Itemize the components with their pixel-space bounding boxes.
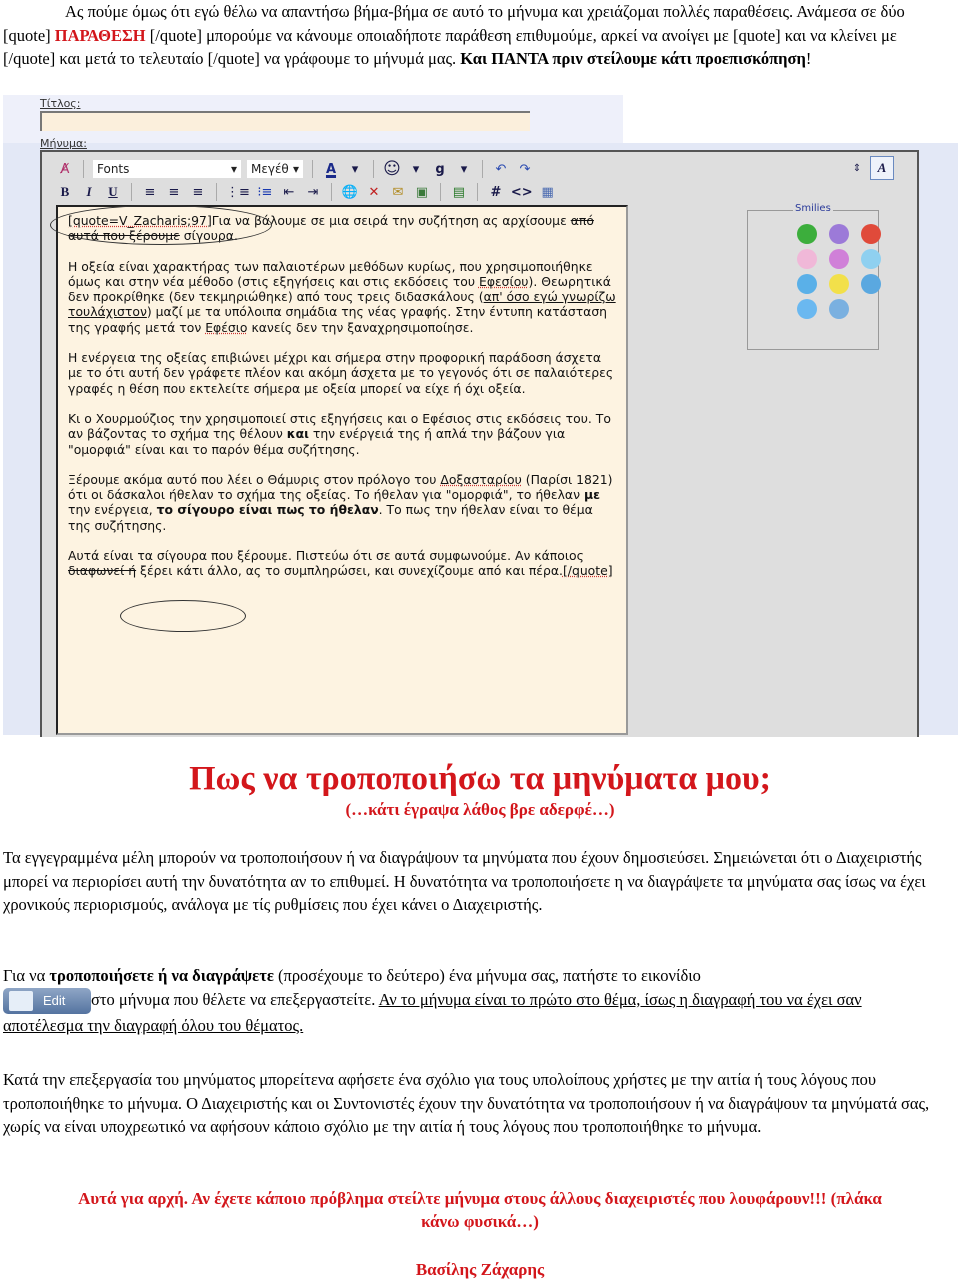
- toolbar-separator: [131, 183, 132, 201]
- message-textarea[interactable]: [quote=V_Zacharis;97]Για να βάλουμε σε μ…: [56, 205, 628, 735]
- redo-icon[interactable]: ↷: [516, 160, 534, 178]
- undo-icon[interactable]: ↶: [492, 160, 510, 178]
- toolbar-separator: [83, 160, 84, 178]
- smiley-roll-eyes-icon[interactable]: [861, 274, 881, 294]
- toolbar-separator: [216, 183, 217, 201]
- message-text: Αυτά είναι τα σίγουρα που ξέρουμε. Πιστε…: [68, 548, 584, 564]
- edit-button[interactable]: Edit: [3, 988, 91, 1014]
- toolbar-separator: [439, 183, 441, 201]
- toolbar-separator: [476, 183, 478, 201]
- message-text: Δοξασταρίου: [440, 471, 522, 487]
- closing-note: Αυτά για αρχή. Αν έχετε κάποιο πρόβλημα …: [78, 1189, 882, 1231]
- resize-arrows-icon[interactable]: ⇕: [848, 159, 866, 177]
- smiley-sad-icon[interactable]: [829, 224, 849, 244]
- toolbar-separator: [312, 160, 313, 178]
- switch-editor-mode-icon[interactable]: A: [870, 156, 894, 180]
- chevron-down-icon[interactable]: ▾: [455, 160, 473, 178]
- align-center-icon[interactable]: ≡: [165, 183, 183, 201]
- remove-format-icon[interactable]: A̸: [56, 160, 74, 178]
- paragraph-bold: τροποποιήσετε ή να διαγράψετε: [49, 966, 274, 985]
- smiley-grin-icon[interactable]: [797, 224, 817, 244]
- font-select[interactable]: Fonts ▾: [93, 160, 241, 178]
- email-icon[interactable]: ✉: [389, 183, 407, 201]
- toolbar-row-1: A̸ Fonts ▾ Μεγέθ ▾ A ▾ ☺ ▾ g ▾ ↶ ↷: [56, 158, 534, 180]
- smilies-label: Smilies: [793, 203, 833, 214]
- toolbar-separator: [373, 160, 374, 178]
- message-text: με: [583, 487, 600, 503]
- chevron-down-icon: ▾: [292, 162, 299, 176]
- signature: Βασίλης Ζάχαρης: [415, 1260, 545, 1279]
- annotation-oval-close: [120, 600, 246, 632]
- section-paragraph-3: Κατά την επεξεργασία του μηνύματος μπορε…: [3, 1070, 930, 1136]
- message-text: Εφεσίου: [478, 273, 529, 289]
- indent-icon[interactable]: ⇥: [304, 183, 322, 201]
- message-text: ξέρει κάτι άλλο, ας το συμπληρώσει, και …: [136, 563, 563, 579]
- attach-icon[interactable]: g: [431, 160, 449, 178]
- message-text: την ενέργεια,: [68, 502, 157, 518]
- chevron-down-icon[interactable]: ▾: [346, 160, 364, 178]
- unlink-icon[interactable]: ✕: [365, 183, 383, 201]
- smiley-confused-icon[interactable]: [861, 249, 881, 269]
- intro-end: !: [805, 49, 812, 68]
- smiley-happy-icon[interactable]: [829, 274, 849, 294]
- section-paragraph-1: Τα εγγεγραμμένα μέλη μπορούν να τροποποι…: [3, 848, 926, 914]
- quote-icon[interactable]: ▤: [450, 183, 468, 201]
- message-text: Εφέσιο: [205, 319, 248, 335]
- chevron-down-icon: ▾: [230, 162, 237, 176]
- message-text: κανείς δεν την ξαναχρησιμοποίησε.: [247, 319, 474, 335]
- smiley-wink-icon[interactable]: [797, 274, 817, 294]
- preview-note: Και ΠΑΝΤΑ πριν στείλουμε κάτι προεπισκόπ…: [460, 49, 806, 68]
- section-paragraph-2: Για να τροποποιήσετε ή να διαγράψετε (πρ…: [3, 964, 943, 1038]
- php-icon[interactable]: ▦: [539, 183, 557, 201]
- section-heading: Πως να τροποποιήσω τα μηνύματα μου;: [189, 760, 771, 797]
- chevron-down-icon[interactable]: ▾: [407, 160, 425, 178]
- smiley-icon[interactable]: ☺: [383, 159, 401, 179]
- message-text: και: [286, 426, 309, 442]
- align-left-icon[interactable]: ≡: [141, 183, 159, 201]
- unordered-list-icon[interactable]: ⁝≡: [256, 183, 274, 201]
- toolbar-row-2: B I U ≡ ≡ ≡ ⋮≡ ⁝≡ ⇤ ⇥ 🌐 ✕ ✉ ▣ ▤ # <> ▦: [56, 181, 557, 203]
- message-text: το σίγουρο είναι πως το ήθελαν: [156, 502, 379, 518]
- message-label: Μήνυμα:: [40, 137, 87, 150]
- quote-highlight: ΠΑΡΑΘΕΣΗ: [54, 25, 146, 45]
- font-select-value: Fonts: [97, 162, 130, 176]
- paragraph-text: στο μήνυμα που θέλετε να επεξεργαστείτε.: [91, 990, 379, 1009]
- paragraph-text: (προσέχουμε το δεύτερο) ένα μήνυμα σας, …: [273, 966, 701, 985]
- bold-icon[interactable]: B: [56, 183, 74, 201]
- size-select-value: Μεγέθ: [251, 162, 289, 176]
- intro-paragraph: Ας πούμε όμως ότι εγώ θέλω να απαντήσω β…: [3, 0, 943, 71]
- smiley-smile-pink-icon[interactable]: [829, 249, 849, 269]
- section-subheading: (…κάτι έγραψα λάθος βρε αδερφέ…): [345, 800, 615, 819]
- outdent-icon[interactable]: ⇤: [280, 183, 298, 201]
- toolbar-separator: [482, 160, 483, 178]
- code-icon[interactable]: <>: [511, 183, 533, 201]
- smiley-cool-icon[interactable]: [797, 299, 817, 319]
- edit-pencil-icon: [9, 991, 33, 1011]
- smiley-angry-icon[interactable]: [861, 224, 881, 244]
- font-color-icon[interactable]: A: [322, 160, 340, 178]
- size-select[interactable]: Μεγέθ ▾: [247, 160, 303, 178]
- link-icon[interactable]: 🌐: [341, 183, 359, 201]
- edit-button-label: Edit: [43, 993, 66, 1008]
- message-text: διαφωνεί ή: [68, 563, 137, 579]
- message-text: Η ενέργεια της οξείας επιβιώνει μέχρι κα…: [68, 350, 614, 396]
- ordered-list-icon[interactable]: ⋮≡: [226, 183, 250, 201]
- underline-icon[interactable]: U: [104, 183, 122, 201]
- smiley-tongue-icon[interactable]: [797, 249, 817, 269]
- annotation-oval-open: [50, 205, 272, 245]
- quote-close-tag: [/quote]: [562, 563, 613, 579]
- hash-icon[interactable]: #: [487, 183, 505, 201]
- smiley-shocked-icon[interactable]: [829, 299, 849, 319]
- title-input[interactable]: [40, 111, 530, 131]
- title-label: Τίτλος:: [40, 97, 81, 110]
- image-icon[interactable]: ▣: [413, 183, 431, 201]
- paragraph-text: Για να: [3, 966, 50, 985]
- toolbar-separator: [330, 183, 332, 201]
- message-text: Ξέρουμε ακόμα αυτό που λέει ο Θάμυρις στ…: [68, 471, 441, 487]
- align-right-icon[interactable]: ≡: [189, 183, 207, 201]
- italic-icon[interactable]: I: [80, 183, 98, 201]
